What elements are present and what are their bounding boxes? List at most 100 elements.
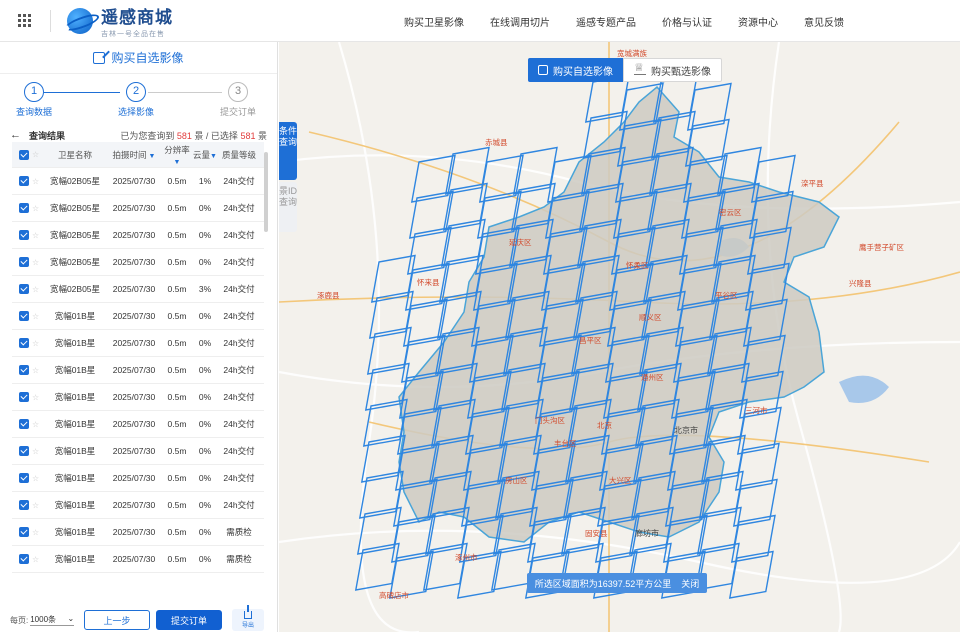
cell-cloud: 3% [198,284,212,294]
tab-scene-id-query[interactable]: 景ID查询 [279,182,297,232]
row-checkbox[interactable] [19,230,29,240]
export-icon [244,605,252,619]
close-area-button[interactable]: 关闭 [681,577,699,590]
table-row[interactable]: ☆ 宽幅02B05星 2025/07/30 0.5m 0% 24h交付 [12,249,264,276]
map-label: 滦平县 [801,179,824,188]
scrollbar[interactable] [264,152,268,232]
row-checkbox[interactable] [19,392,29,402]
sort-down-icon: ▼ [173,158,181,166]
apps-grid-icon[interactable] [18,13,32,28]
row-checkbox[interactable] [19,203,29,213]
row-checkbox[interactable] [19,527,29,537]
page-size-value: 1000条 [30,615,57,624]
summary-prefix: 已为您查询到 [120,130,175,141]
cell-cloud: 0% [198,311,212,321]
map-label: 密云区 [719,208,742,217]
star-icon[interactable]: ☆ [32,231,44,240]
nav-buy-imagery[interactable]: 购买卫星影像 [404,14,464,29]
table-row[interactable]: ☆ 宽幅01B星 2025/07/30 0.5m 0% 24h交付 [12,411,264,438]
col-cloud[interactable]: 云量▼ [192,149,218,161]
page-size: 每页: 1000条 ⌄ [10,614,75,626]
star-icon[interactable]: ☆ [32,258,44,267]
table-row[interactable]: ☆ 宽幅02B05星 2025/07/30 0.5m 0% 24h交付 [12,222,264,249]
nav-thematic-products[interactable]: 遥感专题产品 [576,14,636,29]
table-row[interactable]: ☆ 宽幅01B星 2025/07/30 0.5m 0% 需质检 [12,519,264,546]
submit-order-button[interactable]: 提交订单 [156,610,222,630]
row-checkbox[interactable] [19,284,29,294]
star-icon[interactable]: ☆ [32,339,44,348]
table-row[interactable]: ☆ 宽幅02B05星 2025/07/30 0.5m 0% 24h交付 [12,195,264,222]
tab-condition-query[interactable]: 条件查询 [279,122,297,180]
map-label: 赤城县 [485,138,508,147]
table-row[interactable]: ☆ 宽幅01B星 2025/07/30 0.5m 0% 需质检 [12,546,264,573]
row-checkbox[interactable] [19,176,29,186]
star-icon[interactable]: ☆ [32,447,44,456]
table-row[interactable]: ☆ 宽幅01B星 2025/07/30 0.5m 0% 24h交付 [12,357,264,384]
star-icon[interactable]: ☆ [32,393,44,402]
cell-quality: 需质检 [226,527,252,537]
star-icon[interactable]: ☆ [32,285,44,294]
stepper: 1 查询数据 2 选择影像 3 提交订单 [0,80,277,124]
tab-buy-custom[interactable]: 购买自选影像 [528,58,623,82]
map-label: 顺义区 [639,313,662,322]
cell-cloud: 0% [198,500,212,510]
col-date[interactable]: 拍摄时间 ▼ [106,149,162,161]
divider [50,9,51,32]
table-row[interactable]: ☆ 宽幅01B星 2025/07/30 0.5m 0% 24h交付 [12,438,264,465]
row-checkbox[interactable] [19,311,29,321]
nav-online-tiles[interactable]: 在线调用切片 [490,14,550,29]
map-view[interactable]: 北京市 廊坊市 赤城县 怀来县 涿鹿县 滦平县 兴隆县 三河市 昌平区 门头沟区… [279,42,960,632]
row-checkbox[interactable] [19,500,29,510]
table-row[interactable]: ☆ 宽幅01B星 2025/07/30 0.5m 0% 24h交付 [12,465,264,492]
nav-feedback[interactable]: 意见反馈 [804,14,844,29]
cell-cloud: 0% [198,230,212,240]
table-row[interactable]: ☆ 宽幅02B05星 2025/07/30 0.5m 1% 24h交付 [12,168,264,195]
nav-pricing[interactable]: 价格与认证 [662,14,712,29]
row-checkbox[interactable] [19,365,29,375]
cell-resolution: 0.5m [167,527,187,537]
cell-satellite: 宽幅01B星 [54,392,96,402]
page-size-select[interactable]: 1000条 ⌄ [30,614,75,626]
star-icon[interactable]: ☆ [32,420,44,429]
back-arrow-icon[interactable]: ← [10,129,21,141]
star-icon[interactable]: ☆ [32,177,44,186]
query-side-tabs: 条件查询 景ID查询 [279,122,297,232]
row-checkbox[interactable] [19,338,29,348]
cell-satellite: 宽幅01B星 [54,338,96,348]
row-checkbox[interactable] [19,419,29,429]
select-all-checkbox[interactable] [19,149,29,160]
logo[interactable]: 遥感商城 吉林一号全品在售 [67,3,173,39]
table-row[interactable]: ☆ 宽幅02B05星 2025/07/30 0.5m 3% 24h交付 [12,276,264,303]
top-bar: 遥感商城 吉林一号全品在售 购买卫星影像 在线调用切片 遥感专题产品 价格与认证… [0,0,960,42]
col-res-label: 分辨率 [164,144,190,155]
tab-buy-curated[interactable]: 购买甄选影像 [623,58,722,82]
table-row[interactable]: ☆ 宽幅01B星 2025/07/30 0.5m 0% 24h交付 [12,384,264,411]
selected-area-bar: 所选区域面积为16397.52平方公里 关闭 [527,573,707,593]
nav-resources[interactable]: 资源中心 [738,14,778,29]
table-row[interactable]: ☆ 宽幅01B星 2025/07/30 0.5m 0% 24h交付 [12,492,264,519]
row-checkbox[interactable] [19,473,29,483]
cell-resolution: 0.5m [167,419,187,429]
cell-date: 2025/07/30 [112,473,156,483]
map-label: 延庆区 [509,238,532,247]
star-icon[interactable]: ☆ [32,501,44,510]
cell-resolution: 0.5m [167,365,187,375]
cell-quality: 24h交付 [223,338,255,348]
row-checkbox[interactable] [19,257,29,267]
star-icon[interactable]: ☆ [32,555,44,564]
table-row[interactable]: ☆ 宽幅01B星 2025/07/30 0.5m 0% 24h交付 [12,303,264,330]
star-icon[interactable]: ☆ [32,474,44,483]
row-checkbox[interactable] [19,554,29,564]
col-resolution[interactable]: 分辨率 ▼ [162,144,192,166]
star-icon[interactable]: ☆ [32,528,44,537]
star-icon[interactable]: ☆ [32,312,44,321]
star-icon[interactable]: ☆ [32,204,44,213]
table-row[interactable]: ☆ 宽幅01B星 2025/07/30 0.5m 0% 24h交付 [12,330,264,357]
cell-date: 2025/07/30 [112,500,156,510]
row-checkbox[interactable] [19,446,29,456]
export-button[interactable]: 导出 [232,605,264,631]
cell-cloud: 0% [198,203,212,213]
cell-satellite: 宽幅02B05星 [49,257,101,267]
prev-button[interactable]: 上一步 [84,610,150,630]
star-icon[interactable]: ☆ [32,366,44,375]
